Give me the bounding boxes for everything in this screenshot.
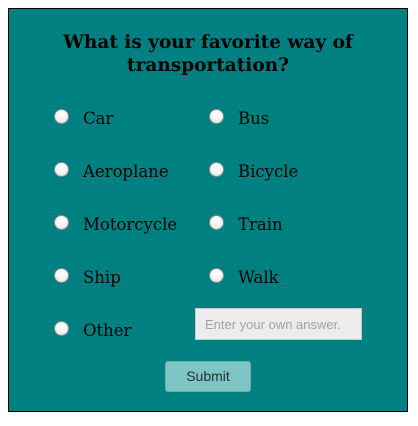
label-bicycle[interactable]: Bicycle [238, 162, 298, 182]
radio-car[interactable] [54, 109, 69, 124]
label-car[interactable]: Car [83, 109, 113, 129]
radio-bicycle[interactable] [209, 162, 224, 177]
radio-motorcycle[interactable] [54, 215, 69, 230]
other-answer-input[interactable] [195, 308, 362, 340]
radio-aeroplane[interactable] [54, 162, 69, 177]
radio-ship[interactable] [54, 268, 69, 283]
label-aeroplane[interactable]: Aeroplane [83, 162, 169, 182]
submit-button[interactable]: Submit [165, 361, 251, 392]
radio-walk[interactable] [209, 268, 224, 283]
label-other[interactable]: Other [83, 321, 131, 341]
label-ship[interactable]: Ship [83, 268, 121, 288]
survey-card: What is your favorite way of transportat… [8, 8, 408, 412]
label-walk[interactable]: Walk [238, 268, 279, 288]
radio-bus[interactable] [209, 109, 224, 124]
radio-other[interactable] [54, 321, 69, 336]
question-title-line2: transportation? [127, 55, 289, 76]
question-title: What is your favorite way of transportat… [9, 31, 407, 77]
label-train[interactable]: Train [238, 215, 283, 235]
question-title-line1: What is your favorite way of [63, 32, 353, 53]
label-bus[interactable]: Bus [238, 109, 269, 129]
radio-train[interactable] [209, 215, 224, 230]
label-motorcycle[interactable]: Motorcycle [83, 215, 177, 235]
